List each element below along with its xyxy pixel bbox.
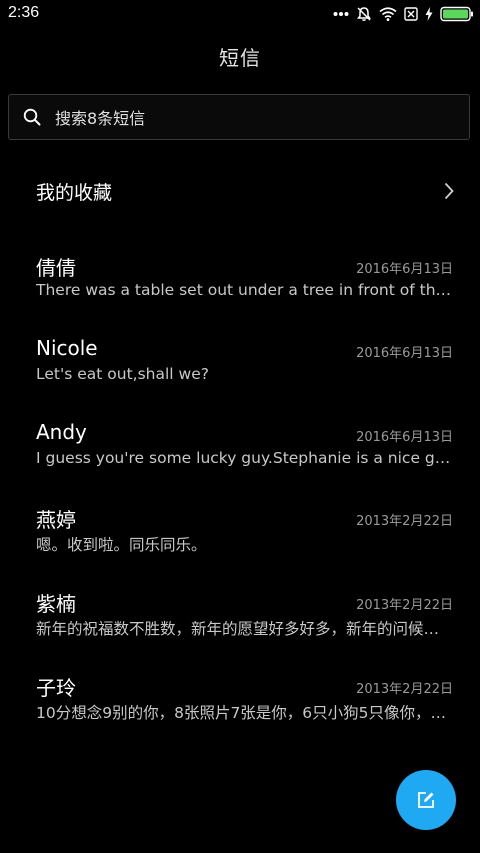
wifi-icon [379, 7, 397, 21]
thread-preview: Let's eat out,shall we? [36, 365, 209, 383]
thread-date: 2016年6月13日 [356, 346, 453, 361]
thread-date: 2016年6月13日 [356, 430, 453, 445]
thread-item[interactable]: 燕婷 2013年2月22日 嗯。收到啦。同乐同乐。 [0, 496, 480, 580]
thread-date: 2013年2月22日 [356, 514, 453, 529]
search-input[interactable] [53, 95, 457, 141]
status-time: 2:36 [8, 4, 40, 21]
thread-date: 2013年2月22日 [356, 598, 453, 613]
thread-preview: 新年的祝福数不胜数，新年的愿望好多好多，新年的问候送给你 [36, 620, 454, 638]
thread-sender: 燕婷 [36, 508, 76, 532]
thread-sender: 子玲 [36, 676, 76, 700]
favorites-label: 我的收藏 [36, 182, 113, 204]
thread-sender: Nicole [36, 336, 98, 360]
search-icon [23, 108, 41, 126]
thread-item[interactable]: 倩倩 2016年6月13日 There was a table set out … [0, 244, 480, 328]
no-sim-icon [404, 7, 418, 21]
edit-icon [418, 792, 434, 808]
thread-date: 2016年6月13日 [356, 262, 453, 277]
favorites-row[interactable]: 我的收藏 [0, 162, 480, 222]
chevron-right-icon [444, 182, 454, 200]
thread-item[interactable]: 紫楠 2013年2月22日 新年的祝福数不胜数，新年的愿望好多好多，新年的问候送… [0, 580, 480, 664]
thread-sender: Andy [36, 420, 87, 444]
more-dots-icon [333, 12, 349, 16]
thread-sender: 紫楠 [36, 592, 76, 616]
compose-button[interactable] [396, 770, 456, 830]
bell-off-icon [357, 7, 371, 21]
page-title: 短信 [219, 46, 261, 70]
thread-preview: 嗯。收到啦。同乐同乐。 [36, 536, 207, 554]
thread-item[interactable]: Nicole 2016年6月13日 Let's eat out,shall we… [0, 328, 480, 412]
thread-date: 2013年2月22日 [356, 682, 453, 697]
battery-full-icon [440, 6, 473, 22]
thread-preview: There was a table set out under a tree i… [36, 281, 454, 299]
status-bar: 2:36 [0, 0, 480, 28]
thread-sender: 倩倩 [36, 256, 76, 280]
header: 短信 [0, 38, 480, 78]
thread-preview: 10分想念9别的你，8张照片7张是你，6只小狗5只像你，4季 [36, 704, 454, 722]
thread-preview: I guess you're some lucky guy.Stephanie … [36, 449, 454, 467]
status-icons [333, 4, 474, 24]
search-box[interactable] [8, 94, 470, 141]
charging-icon [425, 7, 433, 21]
thread-list: 倩倩 2016年6月13日 There was a table set out … [0, 244, 480, 748]
thread-item[interactable]: 子玲 2013年2月22日 10分想念9别的你，8张照片7张是你，6只小狗5只像… [0, 664, 480, 748]
thread-item[interactable]: Andy 2016年6月13日 I guess you're some luck… [0, 412, 480, 496]
